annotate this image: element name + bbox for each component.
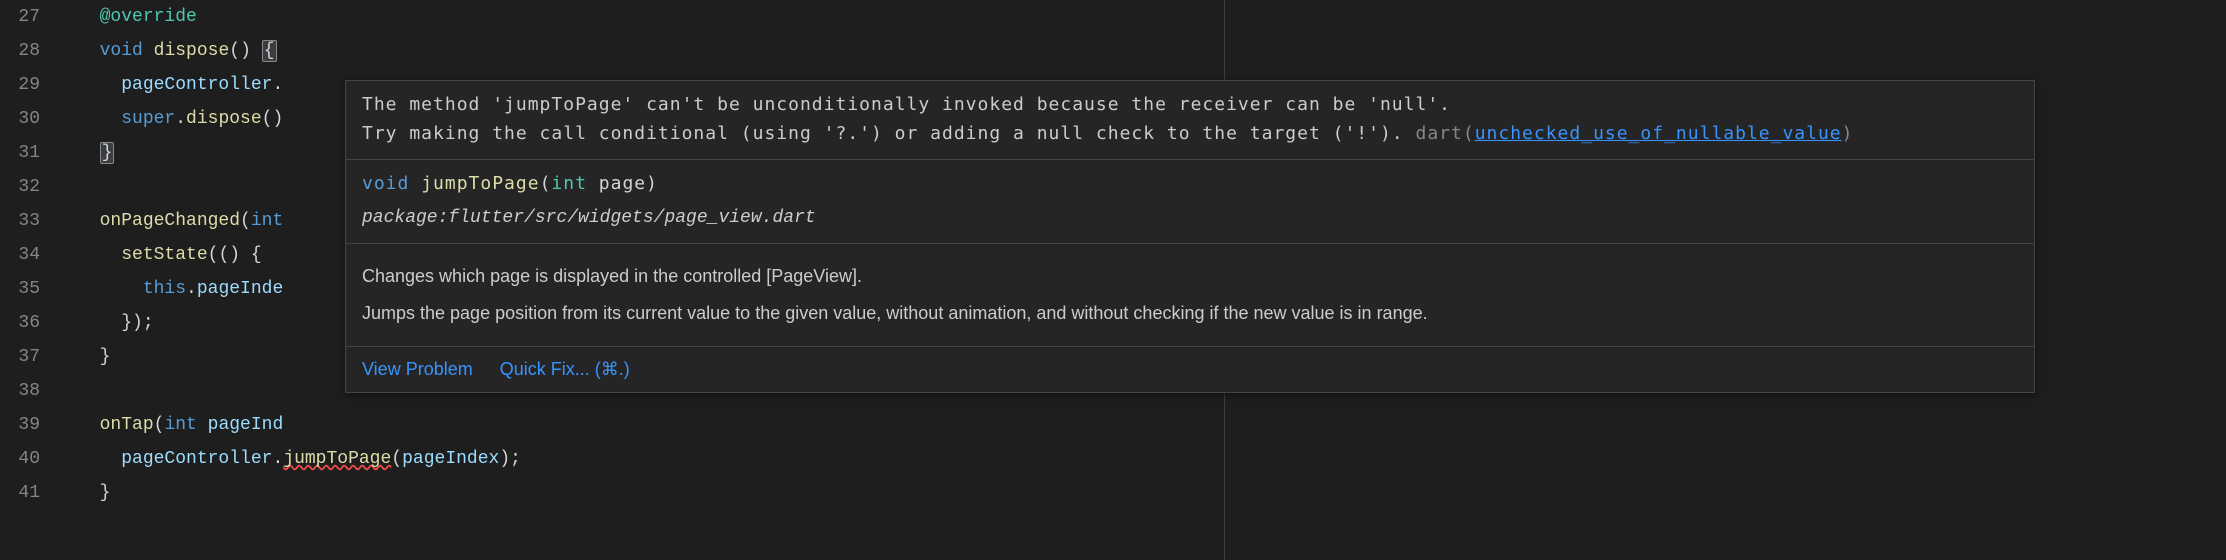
- identifier: pageInd: [208, 415, 284, 435]
- code-line[interactable]: @override: [78, 0, 2226, 34]
- keyword-void: void: [100, 41, 143, 61]
- method-name: dispose: [186, 109, 262, 129]
- dot: .: [175, 109, 186, 129]
- hover-tooltip[interactable]: The method 'jumpToPage' can't be uncondi…: [345, 80, 2035, 393]
- line-number: 40: [0, 442, 40, 476]
- hover-actions: View Problem Quick Fix... (⌘.): [346, 347, 2034, 392]
- keyword-this: this: [143, 279, 186, 299]
- signature-section: void jumpToPage(int page) package:flutte…: [346, 160, 2034, 245]
- method-name: setState: [121, 245, 207, 265]
- diagnostic-line2: Try making the call conditional (using '…: [362, 120, 2018, 149]
- close: );: [499, 449, 521, 469]
- line-number: 27: [0, 0, 40, 34]
- line-number: 37: [0, 340, 40, 374]
- annotation: @override: [100, 7, 197, 27]
- line-number: 38: [0, 374, 40, 408]
- line-number: 29: [0, 68, 40, 102]
- diagnostic-line1: The method 'jumpToPage' can't be uncondi…: [362, 91, 2018, 120]
- parens: (() {: [208, 245, 262, 265]
- code-line[interactable]: void dispose() {: [78, 34, 2226, 68]
- doc-paragraph: Jumps the page position from its current…: [362, 299, 2018, 328]
- identifier: pageIndex: [402, 449, 499, 469]
- package-path: package:flutter/src/widgets/page_view.da…: [362, 204, 2018, 233]
- parens: (): [262, 109, 284, 129]
- code-line[interactable]: }: [78, 476, 2226, 510]
- identifier: pageController: [121, 75, 272, 95]
- brace: }: [100, 483, 111, 503]
- brace-matched: }: [100, 142, 115, 164]
- line-number: 32: [0, 170, 40, 204]
- diagnostic-message: The method 'jumpToPage' can't be uncondi…: [346, 81, 2034, 160]
- identifier: pageInde: [197, 279, 283, 299]
- line-number: 28: [0, 34, 40, 68]
- method-name-error: jumpToPage: [283, 449, 391, 469]
- identifier: pageController: [121, 449, 272, 469]
- line-number: 35: [0, 272, 40, 306]
- parens: (): [229, 41, 251, 61]
- keyword-super: super: [121, 109, 175, 129]
- close: });: [121, 313, 153, 333]
- keyword-int: int: [164, 415, 196, 435]
- method-name: dispose: [154, 41, 230, 61]
- line-number: 33: [0, 204, 40, 238]
- dot: .: [272, 449, 283, 469]
- brace: }: [100, 347, 111, 367]
- documentation: Changes which page is displayed in the c…: [346, 244, 2034, 347]
- code-line[interactable]: pageController.jumpToPage(pageIndex);: [78, 442, 2226, 476]
- dot: .: [272, 75, 283, 95]
- line-number: 36: [0, 306, 40, 340]
- code-line[interactable]: onTap(int pageInd: [78, 408, 2226, 442]
- doc-paragraph: Changes which page is displayed in the c…: [362, 262, 2018, 291]
- method-signature: void jumpToPage(int page): [362, 170, 2018, 199]
- line-number: 39: [0, 408, 40, 442]
- line-number: 34: [0, 238, 40, 272]
- brace-matched: {: [262, 40, 277, 62]
- line-number-gutter: 27 28 29 30 31 32 33 34 35 36 37 38 39 4…: [0, 0, 58, 560]
- keyword-int: int: [251, 211, 283, 231]
- line-number: 31: [0, 136, 40, 170]
- method-name: onPageChanged: [100, 211, 240, 231]
- line-number: 41: [0, 476, 40, 510]
- quick-fix-link[interactable]: Quick Fix... (⌘.): [500, 359, 630, 379]
- method-name: onTap: [100, 415, 154, 435]
- diagnostic-code-link[interactable]: unchecked_use_of_nullable_value: [1475, 123, 1842, 144]
- view-problem-link[interactable]: View Problem: [362, 359, 473, 379]
- dot: .: [186, 279, 197, 299]
- line-number: 30: [0, 102, 40, 136]
